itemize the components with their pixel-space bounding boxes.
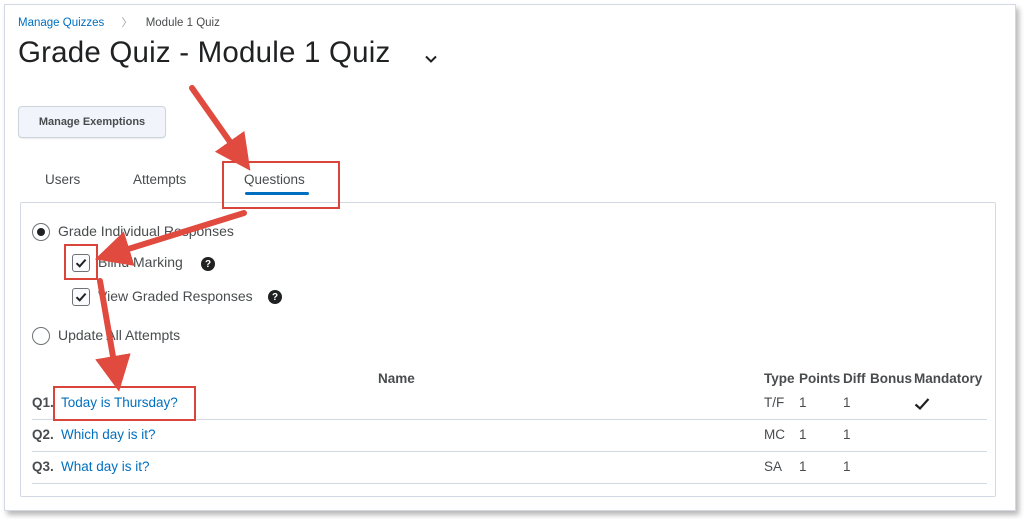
grade-individual-label: Grade Individual Responses: [58, 223, 234, 239]
questions-panel: [20, 202, 996, 497]
question-type: SA: [764, 459, 783, 474]
column-header-type: Type: [764, 371, 795, 386]
help-icon[interactable]: ?: [201, 257, 215, 271]
radio-selected-dot: [37, 228, 45, 236]
question-points: 1: [799, 395, 807, 410]
column-header-name: Name: [378, 371, 415, 386]
question-points: 1: [799, 459, 807, 474]
column-header-diff: Diff: [843, 371, 866, 386]
question-diff: 1: [843, 459, 851, 474]
column-header-points: Points: [799, 371, 841, 386]
breadcrumb-current: Module 1 Quiz: [145, 17, 220, 29]
breadcrumb: Manage Quizzes 〉 Module 1 Quiz: [18, 14, 220, 30]
manage-exemptions-button[interactable]: Manage Exemptions: [18, 106, 166, 138]
chevron-down-icon[interactable]: [424, 52, 438, 66]
question-number: Q3.: [32, 459, 54, 474]
question-number: Q1.: [32, 395, 54, 410]
breadcrumb-separator-icon: 〉: [121, 17, 133, 29]
question-type: MC: [764, 427, 785, 442]
checkmark-icon: [914, 398, 930, 411]
tab-attempts[interactable]: Attempts: [133, 172, 186, 187]
view-graded-label: View Graded Responses: [98, 288, 253, 304]
question-diff: 1: [843, 395, 851, 410]
annotation-box-blind-marking: [64, 244, 98, 280]
update-all-label: Update All Attempts: [58, 327, 181, 343]
page-title: Grade Quiz - Module 1 Quiz: [18, 36, 391, 69]
question-link[interactable]: What day is it?: [61, 459, 150, 474]
tab-users[interactable]: Users: [45, 172, 80, 187]
annotation-box-q1-link: [53, 386, 196, 421]
column-header-bonus: Bonus: [870, 371, 912, 386]
checkmark-icon: [75, 292, 87, 302]
row-divider: [32, 451, 987, 452]
radio-grade-individual[interactable]: [32, 223, 50, 241]
question-diff: 1: [843, 427, 851, 442]
question-points: 1: [799, 427, 807, 442]
question-number: Q2.: [32, 427, 54, 442]
radio-update-all[interactable]: [32, 327, 50, 345]
row-divider: [32, 483, 987, 484]
breadcrumb-link-manage-quizzes[interactable]: Manage Quizzes: [18, 17, 104, 29]
view-graded-checkbox[interactable]: [72, 288, 90, 306]
blind-marking-label: Blind Marking: [98, 254, 183, 270]
annotation-box-questions-tab: [222, 161, 340, 209]
question-link[interactable]: Which day is it?: [61, 427, 156, 442]
column-header-mandatory: Mandatory: [914, 371, 983, 386]
help-icon[interactable]: ?: [268, 290, 282, 304]
question-type: T/F: [764, 395, 785, 410]
